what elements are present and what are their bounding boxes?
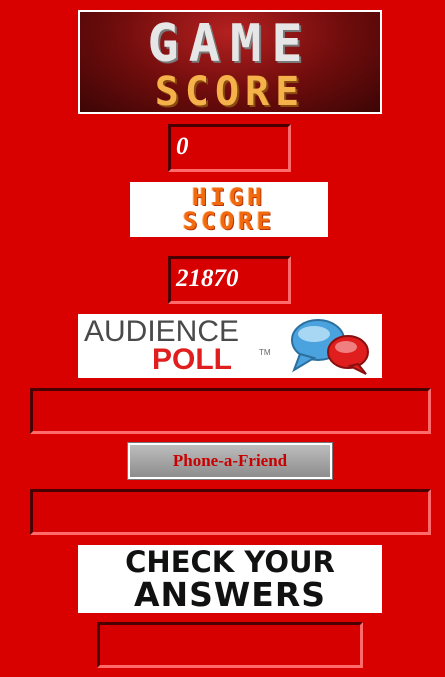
high-score-logo-line2: SCORE bbox=[182, 207, 276, 235]
phone-a-friend-button[interactable]: Phone-a-Friend bbox=[127, 442, 333, 480]
speech-bubbles-icon bbox=[291, 319, 369, 375]
game-score-logo: GAME SCORE bbox=[78, 10, 382, 114]
check-answers-result-field bbox=[97, 622, 363, 668]
high-score-logo: HIGH SCORE bbox=[130, 182, 328, 237]
audience-poll-label-poll: POLL bbox=[152, 343, 232, 376]
audience-poll-button[interactable]: AUDIENCE POLL TM bbox=[78, 314, 382, 378]
check-answers-button[interactable]: CHECK YOUR ANSWERS bbox=[78, 545, 382, 613]
trademark-mark: TM bbox=[259, 348, 271, 357]
check-answers-label-line1: CHECK YOUR bbox=[125, 545, 335, 579]
game-score-logo-line2: SCORE bbox=[154, 69, 306, 114]
check-answers-label-line2: ANSWERS bbox=[133, 575, 327, 614]
high-score-logo-line1: HIGH bbox=[192, 183, 266, 211]
game-score-logo-line1: GAME bbox=[147, 14, 313, 74]
audience-poll-result-field bbox=[30, 388, 431, 434]
phone-friend-result-field bbox=[30, 489, 431, 535]
game-score-value: 0 bbox=[168, 124, 291, 172]
high-score-value: 21870 bbox=[168, 256, 291, 304]
